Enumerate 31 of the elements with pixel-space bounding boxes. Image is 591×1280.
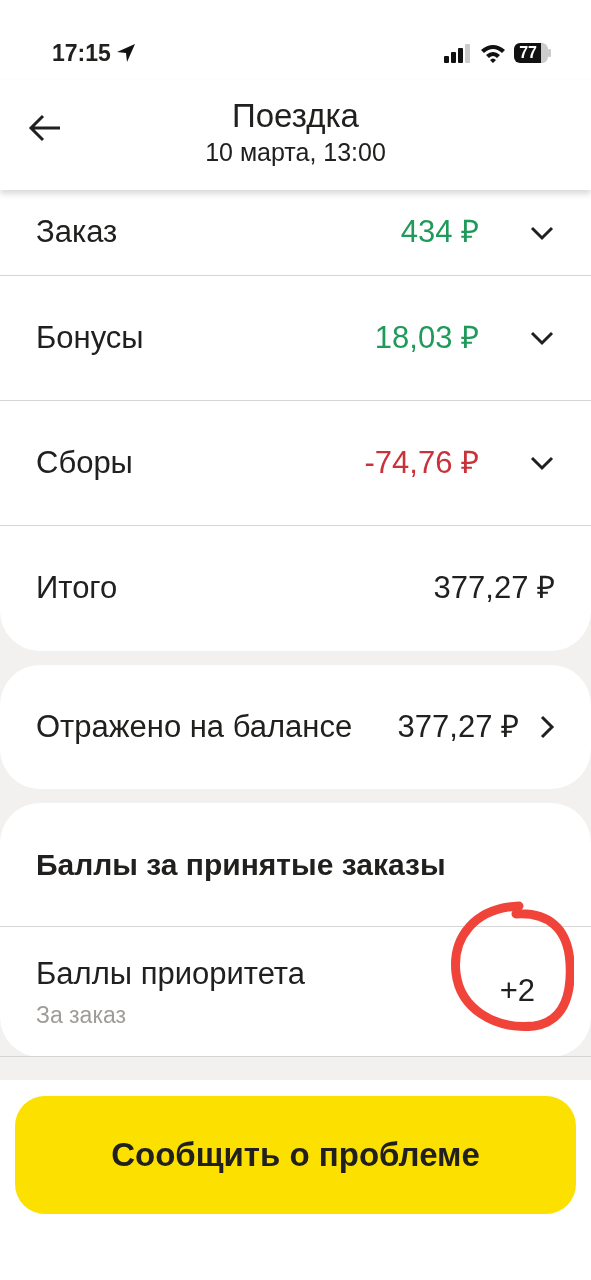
- row-label: Бонусы: [36, 318, 144, 357]
- chevron-down-icon: [529, 224, 555, 241]
- row-amount: -74,76 ₽: [364, 443, 479, 482]
- battery-level: 77: [514, 43, 548, 63]
- row-label: Заказ: [36, 213, 118, 252]
- balance-row[interactable]: Отражено на балансе 377,27 ₽: [0, 665, 591, 789]
- row-amount: 434 ₽: [400, 213, 479, 252]
- report-problem-button[interactable]: Сообщить о проблеме: [15, 1096, 576, 1214]
- expandable-row[interactable]: Заказ 434 ₽: [0, 190, 591, 276]
- chevron-right-icon: [539, 714, 555, 740]
- screen-subtitle: 10 марта, 13:00: [205, 137, 386, 169]
- expandable-row[interactable]: Бонусы 18,03 ₽: [0, 276, 591, 401]
- wifi-icon: [480, 43, 507, 63]
- battery-tip-icon: [548, 49, 551, 57]
- signal-icon: [444, 43, 473, 63]
- balance-amount: 377,27 ₽: [397, 707, 519, 746]
- section-title: Баллы за принятые заказы: [36, 847, 446, 883]
- chevron-down-icon: [529, 455, 555, 471]
- expandable-row[interactable]: Сборы -74,76 ₽: [0, 401, 591, 526]
- points-label: Баллы приоритета: [36, 955, 305, 993]
- points-value: +2: [499, 973, 535, 1009]
- balance-label: Отражено на балансе: [36, 707, 353, 746]
- points-note: За заказ: [36, 1000, 128, 1030]
- status-time: 17:15: [52, 38, 111, 68]
- row-label: Сборы: [36, 443, 133, 482]
- row-label: Итого: [36, 569, 118, 608]
- row-amount: 377,27 ₽: [433, 569, 555, 608]
- back-arrow-icon: [28, 114, 62, 142]
- screen-title: Поездка: [232, 98, 359, 135]
- chevron-down-icon: [529, 330, 555, 346]
- row-amount: 18,03 ₽: [374, 318, 479, 357]
